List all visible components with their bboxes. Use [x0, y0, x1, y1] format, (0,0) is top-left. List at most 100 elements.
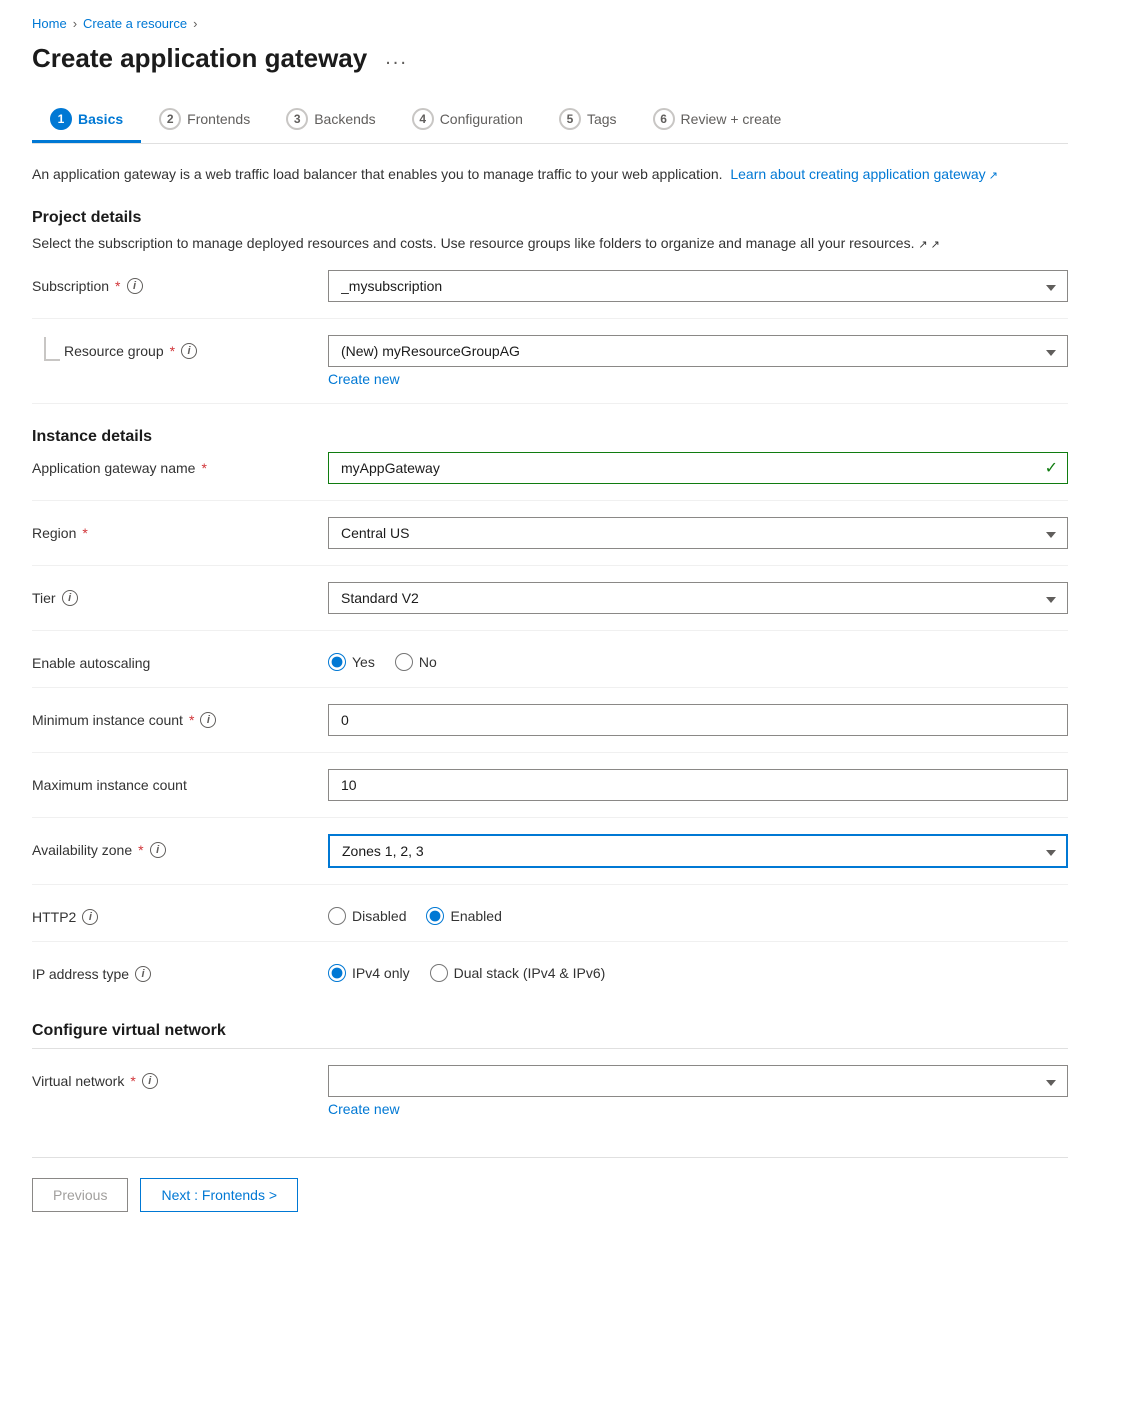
tab-backends[interactable]: 3 Backends	[268, 98, 393, 143]
subscription-control: _mysubscription	[328, 270, 1068, 302]
ip-address-type-control: IPv4 only Dual stack (IPv4 & IPv6)	[328, 958, 1068, 982]
max-instance-input[interactable]	[328, 769, 1068, 801]
tab-configuration[interactable]: 4 Configuration	[394, 98, 541, 143]
tab-label-tags: Tags	[587, 111, 617, 127]
subscription-label: Subscription * i	[32, 270, 312, 294]
tab-tags[interactable]: 5 Tags	[541, 98, 635, 143]
gateway-name-row: Application gateway name * ✓	[32, 452, 1068, 501]
min-instance-info-icon[interactable]: i	[200, 712, 216, 728]
resource-group-info-icon[interactable]: i	[181, 343, 197, 359]
gateway-name-valid-icon: ✓	[1045, 458, 1058, 478]
http2-radio-group: Disabled Enabled	[328, 901, 1068, 925]
ip-ipv4-radio[interactable]	[328, 964, 346, 982]
http2-disabled-radio[interactable]	[328, 907, 346, 925]
footer: Previous Next : Frontends >	[32, 1157, 1068, 1212]
min-instance-control	[328, 704, 1068, 736]
http2-enabled-label[interactable]: Enabled	[426, 907, 501, 925]
tab-basics[interactable]: 1 Basics	[32, 98, 141, 143]
http2-info-icon[interactable]: i	[82, 909, 98, 925]
autoscaling-row: Enable autoscaling Yes No	[32, 647, 1068, 688]
virtual-network-info-icon[interactable]: i	[142, 1073, 158, 1089]
ip-dualstack-radio[interactable]	[430, 964, 448, 982]
http2-disabled-text: Disabled	[352, 908, 406, 924]
next-frontends-button[interactable]: Next : Frontends >	[140, 1178, 298, 1212]
subscription-select[interactable]: _mysubscription	[328, 270, 1068, 302]
tab-num-tags: 5	[559, 108, 581, 130]
tabs-container: 1 Basics 2 Frontends 3 Backends 4 Config…	[32, 98, 1068, 144]
autoscaling-yes-label[interactable]: Yes	[328, 653, 375, 671]
ip-address-type-info-icon[interactable]: i	[135, 966, 151, 982]
breadcrumb-separator-1: ›	[73, 16, 77, 31]
resource-group-control: (New) myResourceGroupAG Create new	[328, 335, 1068, 387]
virtual-network-row: Virtual network * i Create new	[32, 1065, 1068, 1133]
tab-label-review: Review + create	[681, 111, 782, 127]
autoscaling-yes-radio[interactable]	[328, 653, 346, 671]
http2-enabled-radio[interactable]	[426, 907, 444, 925]
page-description: An application gateway is a web traffic …	[32, 164, 1068, 185]
virtual-network-required: *	[130, 1073, 135, 1089]
autoscaling-no-text: No	[419, 654, 437, 670]
ip-address-type-row: IP address type i IPv4 only Dual stack (…	[32, 958, 1068, 998]
virtual-network-create-new-link[interactable]: Create new	[328, 1101, 400, 1117]
gateway-name-required: *	[201, 460, 206, 476]
description-text: An application gateway is a web traffic …	[32, 166, 723, 182]
tab-label-configuration: Configuration	[440, 111, 523, 127]
resource-group-select-wrapper: (New) myResourceGroupAG	[328, 335, 1068, 367]
virtual-network-select-wrapper	[328, 1065, 1068, 1097]
gateway-name-label: Application gateway name *	[32, 452, 312, 476]
subscription-row: Subscription * i _mysubscription	[32, 270, 1068, 319]
project-details-desc: Select the subscription to manage deploy…	[32, 233, 1068, 254]
availability-zone-select[interactable]: Zones 1, 2, 3	[328, 834, 1068, 868]
tab-frontends[interactable]: 2 Frontends	[141, 98, 268, 143]
ip-dualstack-text: Dual stack (IPv4 & IPv6)	[454, 965, 606, 981]
virtual-network-control: Create new	[328, 1065, 1068, 1117]
resource-group-create-new-link[interactable]: Create new	[328, 371, 400, 387]
gateway-name-input[interactable]	[328, 452, 1068, 484]
ellipsis-button[interactable]: ...	[379, 45, 414, 72]
tier-select[interactable]: Standard V2	[328, 582, 1068, 614]
ip-dualstack-label[interactable]: Dual stack (IPv4 & IPv6)	[430, 964, 606, 982]
tier-info-icon[interactable]: i	[62, 590, 78, 606]
breadcrumb-home[interactable]: Home	[32, 16, 67, 31]
tab-review-create[interactable]: 6 Review + create	[635, 98, 800, 143]
virtual-network-label: Virtual network * i	[32, 1065, 312, 1089]
instance-details-title: Instance details	[32, 428, 1068, 446]
gateway-name-input-wrapper: ✓	[328, 452, 1068, 484]
page-title: Create application gateway	[32, 43, 367, 74]
autoscaling-no-label[interactable]: No	[395, 653, 437, 671]
http2-control: Disabled Enabled	[328, 901, 1068, 925]
region-select-wrapper: Central US	[328, 517, 1068, 549]
resource-group-select[interactable]: (New) myResourceGroupAG	[328, 335, 1068, 367]
tier-label: Tier i	[32, 582, 312, 606]
autoscaling-control: Yes No	[328, 647, 1068, 671]
tier-select-wrapper: Standard V2	[328, 582, 1068, 614]
tab-num-configuration: 4	[412, 108, 434, 130]
http2-disabled-label[interactable]: Disabled	[328, 907, 406, 925]
http2-enabled-text: Enabled	[450, 908, 501, 924]
availability-zone-row: Availability zone * i Zones 1, 2, 3	[32, 834, 1068, 885]
virtual-network-section: Configure virtual network Virtual networ…	[32, 1022, 1068, 1133]
max-instance-control	[328, 769, 1068, 801]
region-control: Central US	[328, 517, 1068, 549]
tab-num-backends: 3	[286, 108, 308, 130]
breadcrumb-separator-2: ›	[193, 16, 197, 31]
ip-address-type-radio-group: IPv4 only Dual stack (IPv4 & IPv6)	[328, 958, 1068, 982]
min-instance-input[interactable]	[328, 704, 1068, 736]
subscription-info-icon[interactable]: i	[127, 278, 143, 294]
availability-zone-info-icon[interactable]: i	[150, 842, 166, 858]
tier-control: Standard V2	[328, 582, 1068, 614]
page-title-row: Create application gateway ...	[32, 43, 1068, 74]
http2-label: HTTP2 i	[32, 901, 312, 925]
learn-more-link[interactable]: Learn about creating application gateway	[730, 166, 998, 182]
region-row: Region * Central US	[32, 517, 1068, 566]
previous-button[interactable]: Previous	[32, 1178, 128, 1212]
breadcrumb-create-resource[interactable]: Create a resource	[83, 16, 187, 31]
virtual-network-select[interactable]	[328, 1065, 1068, 1097]
autoscaling-no-radio[interactable]	[395, 653, 413, 671]
resource-group-row: Resource group * i (New) myResourceGroup…	[32, 335, 1068, 404]
autoscaling-yes-text: Yes	[352, 654, 375, 670]
region-select[interactable]: Central US	[328, 517, 1068, 549]
ip-ipv4-label[interactable]: IPv4 only	[328, 964, 410, 982]
gateway-name-control: ✓	[328, 452, 1068, 484]
virtual-network-divider	[32, 1048, 1068, 1049]
